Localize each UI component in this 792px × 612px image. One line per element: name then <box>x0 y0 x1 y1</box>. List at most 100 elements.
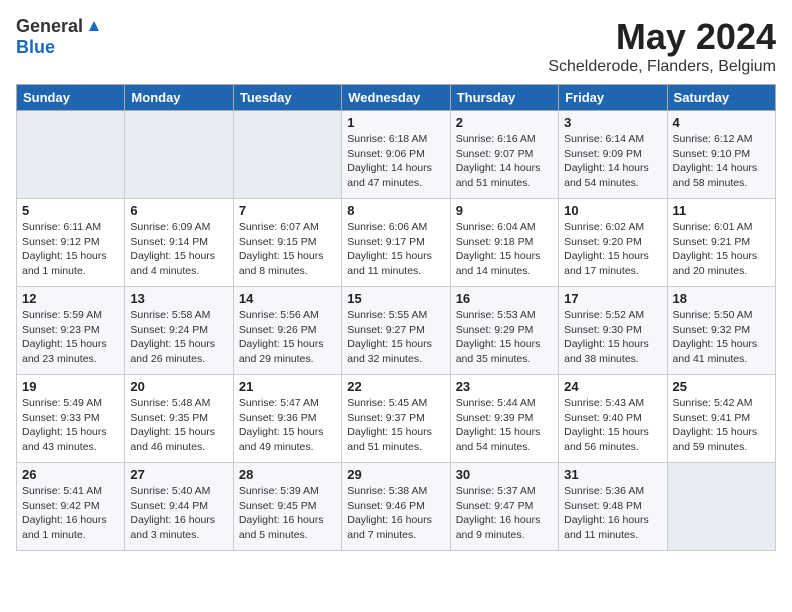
calendar-cell <box>233 111 341 199</box>
header: General Blue May 2024 Schelderode, Fland… <box>16 16 776 76</box>
cell-sun-info: Sunrise: 5:47 AMSunset: 9:36 PMDaylight:… <box>239 396 336 455</box>
calendar-cell: 21Sunrise: 5:47 AMSunset: 9:36 PMDayligh… <box>233 375 341 463</box>
cell-sun-info: Sunrise: 5:56 AMSunset: 9:26 PMDaylight:… <box>239 308 336 367</box>
cell-sun-info: Sunrise: 6:16 AMSunset: 9:07 PMDaylight:… <box>456 132 553 191</box>
cell-sun-info: Sunrise: 5:39 AMSunset: 9:45 PMDaylight:… <box>239 484 336 543</box>
calendar-cell: 19Sunrise: 5:49 AMSunset: 9:33 PMDayligh… <box>17 375 125 463</box>
calendar-cell: 11Sunrise: 6:01 AMSunset: 9:21 PMDayligh… <box>667 199 775 287</box>
calendar-cell: 4 Sunrise: 6:12 AMSunset: 9:10 PMDaylight… <box>667 111 775 199</box>
cell-sun-info: Sunrise: 6:14 AMSunset: 9:09 PMDaylight:… <box>564 132 661 191</box>
cell-sun-info: Sunrise: 6:04 AMSunset: 9:18 PMDaylight:… <box>456 220 553 279</box>
day-number: 31 <box>564 467 661 482</box>
day-number: 17 <box>564 291 661 306</box>
day-number: 12 <box>22 291 119 306</box>
calendar-cell <box>667 463 775 551</box>
calendar-cell: 16Sunrise: 5:53 AMSunset: 9:29 PMDayligh… <box>450 287 558 375</box>
day-number: 28 <box>239 467 336 482</box>
day-header-thursday: Thursday <box>450 85 558 111</box>
calendar-cell: 14Sunrise: 5:56 AMSunset: 9:26 PMDayligh… <box>233 287 341 375</box>
calendar-cell: 25 Sunrise: 5:42 AMSunset: 9:41 PMDayligh… <box>667 375 775 463</box>
header-row: SundayMondayTuesdayWednesdayThursdayFrid… <box>17 85 776 111</box>
calendar-cell: 1 Sunrise: 6:18 AMSunset: 9:06 PMDaylight… <box>342 111 450 199</box>
calendar-cell: 7 Sunrise: 6:07 AMSunset: 9:15 PMDaylight… <box>233 199 341 287</box>
cell-sun-info: Sunrise: 5:50 AMSunset: 9:32 PMDaylight:… <box>673 308 770 367</box>
calendar-cell: 22 Sunrise: 5:45 AMSunset: 9:37 PMDayligh… <box>342 375 450 463</box>
cell-sun-info: Sunrise: 6:06 AMSunset: 9:17 PMDaylight:… <box>347 220 444 279</box>
calendar-cell: 27 Sunrise: 5:40 AMSunset: 9:44 PMDayligh… <box>125 463 233 551</box>
calendar-cell: 17 Sunrise: 5:52 AMSunset: 9:30 PMDayligh… <box>559 287 667 375</box>
day-number: 4 <box>673 115 770 130</box>
calendar-cell: 15Sunrise: 5:55 AMSunset: 9:27 PMDayligh… <box>342 287 450 375</box>
calendar-cell: 2 Sunrise: 6:16 AMSunset: 9:07 PMDaylight… <box>450 111 558 199</box>
cell-sun-info: Sunrise: 5:45 AMSunset: 9:37 PMDaylight:… <box>347 396 444 455</box>
day-number: 27 <box>130 467 227 482</box>
location-title: Schelderode, Flanders, Belgium <box>548 58 776 76</box>
day-number: 13 <box>130 291 227 306</box>
cell-sun-info: Sunrise: 6:18 AMSunset: 9:06 PMDaylight:… <box>347 132 444 191</box>
cell-sun-info: Sunrise: 5:41 AMSunset: 9:42 PMDaylight:… <box>22 484 119 543</box>
cell-sun-info: Sunrise: 5:37 AMSunset: 9:47 PMDaylight:… <box>456 484 553 543</box>
calendar-cell <box>17 111 125 199</box>
calendar-cell: 10 Sunrise: 6:02 AMSunset: 9:20 PMDayligh… <box>559 199 667 287</box>
logo-blue-text: Blue <box>16 37 55 57</box>
calendar-cell: 12Sunrise: 5:59 AMSunset: 9:23 PMDayligh… <box>17 287 125 375</box>
day-header-friday: Friday <box>559 85 667 111</box>
calendar-cell: 13 Sunrise: 5:58 AMSunset: 9:24 PMDayligh… <box>125 287 233 375</box>
calendar-cell: 26 Sunrise: 5:41 AMSunset: 9:42 PMDayligh… <box>17 463 125 551</box>
calendar-cell: 9 Sunrise: 6:04 AMSunset: 9:18 PMDaylight… <box>450 199 558 287</box>
week-row-1: 1 Sunrise: 6:18 AMSunset: 9:06 PMDaylight… <box>17 111 776 199</box>
day-header-tuesday: Tuesday <box>233 85 341 111</box>
calendar-cell: 6Sunrise: 6:09 AMSunset: 9:14 PMDaylight… <box>125 199 233 287</box>
cell-sun-info: Sunrise: 6:07 AMSunset: 9:15 PMDaylight:… <box>239 220 336 279</box>
day-number: 3 <box>564 115 661 130</box>
day-number: 23 <box>456 379 553 394</box>
cell-sun-info: Sunrise: 5:49 AMSunset: 9:33 PMDaylight:… <box>22 396 119 455</box>
title-area: May 2024 Schelderode, Flanders, Belgium <box>548 16 776 76</box>
logo-general-text: General <box>16 16 83 37</box>
day-number: 20 <box>130 379 227 394</box>
day-header-wednesday: Wednesday <box>342 85 450 111</box>
day-number: 1 <box>347 115 444 130</box>
calendar-cell: 5Sunrise: 6:11 AMSunset: 9:12 PMDaylight… <box>17 199 125 287</box>
cell-sun-info: Sunrise: 6:12 AMSunset: 9:10 PMDaylight:… <box>673 132 770 191</box>
cell-sun-info: Sunrise: 5:53 AMSunset: 9:29 PMDaylight:… <box>456 308 553 367</box>
cell-sun-info: Sunrise: 5:42 AMSunset: 9:41 PMDaylight:… <box>673 396 770 455</box>
day-number: 10 <box>564 203 661 218</box>
calendar-table: SundayMondayTuesdayWednesdayThursdayFrid… <box>16 84 776 551</box>
cell-sun-info: Sunrise: 5:36 AMSunset: 9:48 PMDaylight:… <box>564 484 661 543</box>
calendar-cell: 29Sunrise: 5:38 AMSunset: 9:46 PMDayligh… <box>342 463 450 551</box>
calendar-cell: 3 Sunrise: 6:14 AMSunset: 9:09 PMDaylight… <box>559 111 667 199</box>
cell-sun-info: Sunrise: 6:02 AMSunset: 9:20 PMDaylight:… <box>564 220 661 279</box>
week-row-4: 19Sunrise: 5:49 AMSunset: 9:33 PMDayligh… <box>17 375 776 463</box>
day-number: 6 <box>130 203 227 218</box>
cell-sun-info: Sunrise: 5:48 AMSunset: 9:35 PMDaylight:… <box>130 396 227 455</box>
cell-sun-info: Sunrise: 5:55 AMSunset: 9:27 PMDaylight:… <box>347 308 444 367</box>
calendar-cell: 24 Sunrise: 5:43 AMSunset: 9:40 PMDayligh… <box>559 375 667 463</box>
cell-sun-info: Sunrise: 5:52 AMSunset: 9:30 PMDaylight:… <box>564 308 661 367</box>
day-number: 18 <box>673 291 770 306</box>
cell-sun-info: Sunrise: 6:01 AMSunset: 9:21 PMDaylight:… <box>673 220 770 279</box>
cell-sun-info: Sunrise: 5:43 AMSunset: 9:40 PMDaylight:… <box>564 396 661 455</box>
day-number: 2 <box>456 115 553 130</box>
logo: General Blue <box>16 16 103 58</box>
day-number: 29 <box>347 467 444 482</box>
day-number: 7 <box>239 203 336 218</box>
cell-sun-info: Sunrise: 5:40 AMSunset: 9:44 PMDaylight:… <box>130 484 227 543</box>
day-number: 22 <box>347 379 444 394</box>
month-title: May 2024 <box>548 16 776 58</box>
day-number: 8 <box>347 203 444 218</box>
week-row-2: 5Sunrise: 6:11 AMSunset: 9:12 PMDaylight… <box>17 199 776 287</box>
day-number: 5 <box>22 203 119 218</box>
day-header-sunday: Sunday <box>17 85 125 111</box>
cell-sun-info: Sunrise: 5:58 AMSunset: 9:24 PMDaylight:… <box>130 308 227 367</box>
calendar-cell: 20 Sunrise: 5:48 AMSunset: 9:35 PMDayligh… <box>125 375 233 463</box>
day-header-monday: Monday <box>125 85 233 111</box>
calendar-cell <box>125 111 233 199</box>
calendar-cell: 28 Sunrise: 5:39 AMSunset: 9:45 PMDayligh… <box>233 463 341 551</box>
day-number: 26 <box>22 467 119 482</box>
calendar-cell: 8 Sunrise: 6:06 AMSunset: 9:17 PMDaylight… <box>342 199 450 287</box>
day-number: 25 <box>673 379 770 394</box>
calendar-cell: 30Sunrise: 5:37 AMSunset: 9:47 PMDayligh… <box>450 463 558 551</box>
day-number: 9 <box>456 203 553 218</box>
day-number: 24 <box>564 379 661 394</box>
